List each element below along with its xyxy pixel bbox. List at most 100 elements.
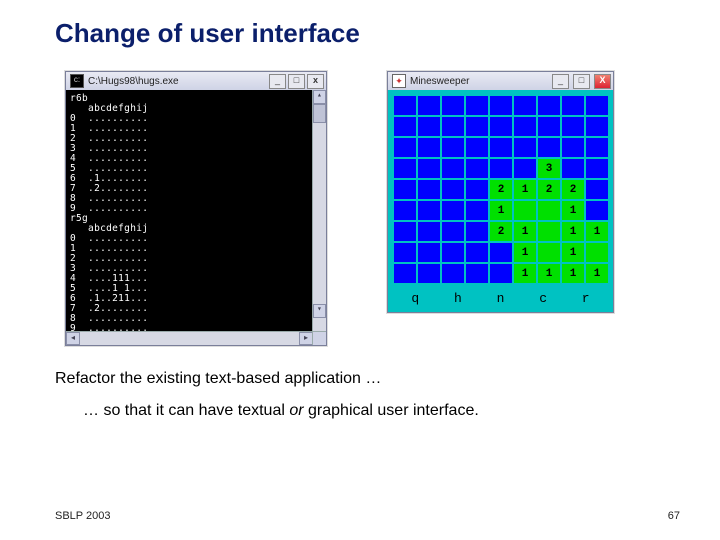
mine-cell[interactable]: [418, 117, 440, 136]
mine-cell[interactable]: [394, 138, 416, 157]
mine-cell[interactable]: [538, 201, 560, 220]
mine-key-label: r: [564, 291, 607, 306]
mine-cell[interactable]: [418, 180, 440, 199]
mine-cell[interactable]: 1: [562, 201, 584, 220]
scroll-right-icon[interactable]: ▸: [299, 332, 313, 345]
mine-cell[interactable]: [442, 243, 464, 262]
mine-cell[interactable]: [418, 96, 440, 115]
mine-cell[interactable]: 3: [538, 159, 560, 178]
mine-cell[interactable]: [538, 96, 560, 115]
cmd-icon: c:: [70, 74, 84, 88]
mine-cell[interactable]: 1: [562, 222, 584, 241]
mine-cell[interactable]: [586, 117, 608, 136]
mine-cell[interactable]: [442, 159, 464, 178]
mine-cell[interactable]: [442, 117, 464, 136]
mine-cell[interactable]: [466, 96, 488, 115]
mine-cell[interactable]: [442, 96, 464, 115]
horizontal-scrollbar[interactable]: ◂ ▸: [66, 331, 326, 345]
mine-cell[interactable]: [394, 159, 416, 178]
mine-cell[interactable]: [586, 159, 608, 178]
mine-cell[interactable]: 2: [490, 180, 512, 199]
body-line-2: … so that it can have textual or graphic…: [83, 402, 680, 420]
mine-cell[interactable]: [394, 180, 416, 199]
mine-cell[interactable]: [490, 159, 512, 178]
mine-cell[interactable]: [586, 201, 608, 220]
mine-cell[interactable]: [394, 243, 416, 262]
mine-cell[interactable]: [490, 138, 512, 157]
scroll-up-icon[interactable]: ▴: [313, 90, 326, 104]
mine-cell[interactable]: [466, 201, 488, 220]
mine-cell[interactable]: [442, 201, 464, 220]
mine-cell[interactable]: [394, 117, 416, 136]
mine-cell[interactable]: 1: [586, 264, 608, 283]
mine-cell[interactable]: [562, 96, 584, 115]
mine-cell[interactable]: [442, 222, 464, 241]
vertical-scrollbar[interactable]: ▴ ▾: [312, 90, 326, 331]
mine-cell[interactable]: 1: [586, 222, 608, 241]
mine-cell[interactable]: [418, 264, 440, 283]
mine-cell[interactable]: [466, 117, 488, 136]
mine-cell[interactable]: [490, 243, 512, 262]
minimize-button[interactable]: _: [552, 74, 569, 89]
mine-cell[interactable]: 1: [514, 180, 536, 199]
close-button[interactable]: X: [594, 74, 611, 89]
mine-cell[interactable]: [490, 117, 512, 136]
mine-cell[interactable]: [514, 117, 536, 136]
mine-cell[interactable]: [562, 138, 584, 157]
mine-cell[interactable]: [538, 117, 560, 136]
mine-cell[interactable]: [538, 138, 560, 157]
mine-cell[interactable]: 1: [514, 222, 536, 241]
mine-cell[interactable]: [394, 96, 416, 115]
mine-cell[interactable]: [418, 138, 440, 157]
scroll-thumb[interactable]: [313, 104, 326, 123]
scroll-left-icon[interactable]: ◂: [66, 332, 80, 345]
mine-cell[interactable]: [562, 117, 584, 136]
mine-cell[interactable]: 1: [538, 264, 560, 283]
mine-cell[interactable]: [418, 243, 440, 262]
mine-cell[interactable]: [514, 201, 536, 220]
mine-cell[interactable]: [418, 159, 440, 178]
mine-cell[interactable]: 2: [538, 180, 560, 199]
close-button[interactable]: x: [307, 74, 324, 89]
mine-cell[interactable]: [394, 222, 416, 241]
mine-cell[interactable]: [466, 180, 488, 199]
mine-cell[interactable]: [394, 264, 416, 283]
mine-cell[interactable]: [466, 138, 488, 157]
mine-cell[interactable]: [466, 243, 488, 262]
mine-cell[interactable]: 1: [562, 264, 584, 283]
mine-cell[interactable]: [442, 264, 464, 283]
mine-cell[interactable]: [538, 222, 560, 241]
mine-cell[interactable]: [466, 222, 488, 241]
maximize-button[interactable]: □: [288, 74, 305, 89]
mine-cell[interactable]: [514, 159, 536, 178]
mine-cell[interactable]: [514, 138, 536, 157]
mine-cell[interactable]: 2: [562, 180, 584, 199]
mine-cell[interactable]: [538, 243, 560, 262]
mine-cell[interactable]: [418, 222, 440, 241]
mine-cell[interactable]: [466, 264, 488, 283]
mine-cell[interactable]: 1: [514, 264, 536, 283]
console-body: r6b abcdefghij 0 .......... 1 ..........…: [66, 90, 326, 331]
mine-cell[interactable]: [418, 201, 440, 220]
mine-cell[interactable]: [562, 159, 584, 178]
mine-cell[interactable]: [442, 180, 464, 199]
mine-grid[interactable]: 32122112111111111: [394, 96, 607, 283]
mine-cell[interactable]: [490, 96, 512, 115]
mine-key-label: h: [437, 291, 480, 306]
mine-cell[interactable]: [586, 180, 608, 199]
mine-cell[interactable]: [394, 201, 416, 220]
mine-cell[interactable]: 1: [514, 243, 536, 262]
mine-cell[interactable]: [514, 96, 536, 115]
scroll-down-icon[interactable]: ▾: [313, 304, 326, 318]
mine-cell[interactable]: [586, 243, 608, 262]
minimize-button[interactable]: _: [269, 74, 286, 89]
mine-cell[interactable]: [586, 96, 608, 115]
maximize-button[interactable]: □: [573, 74, 590, 89]
mine-cell[interactable]: [490, 264, 512, 283]
mine-cell[interactable]: [466, 159, 488, 178]
mine-cell[interactable]: 1: [562, 243, 584, 262]
mine-cell[interactable]: 2: [490, 222, 512, 241]
mine-cell[interactable]: [586, 138, 608, 157]
mine-cell[interactable]: [442, 138, 464, 157]
mine-cell[interactable]: 1: [490, 201, 512, 220]
